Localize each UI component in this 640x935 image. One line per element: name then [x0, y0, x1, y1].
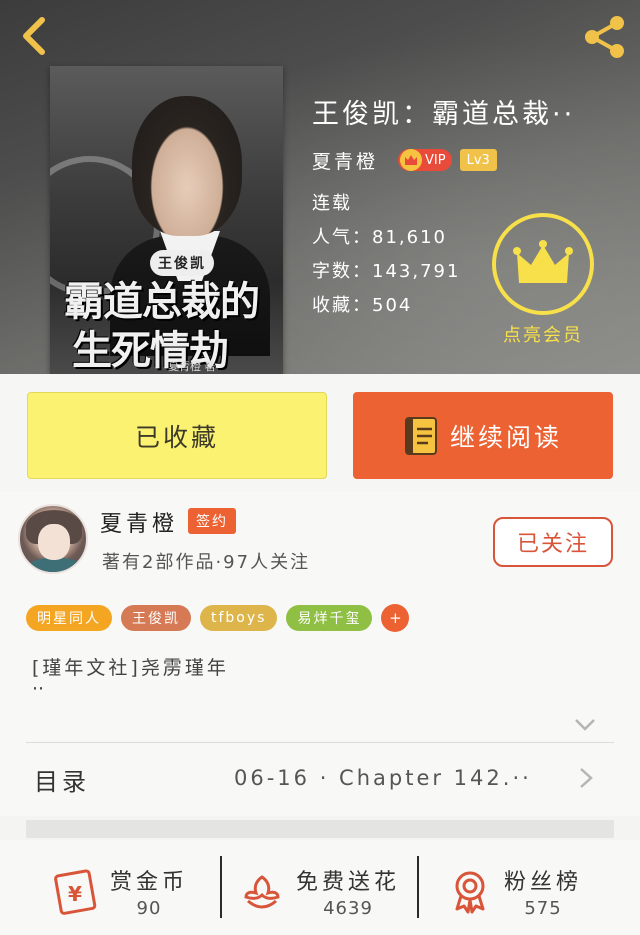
action-bar: 已收藏 继续阅读	[0, 374, 640, 492]
chevron-right-icon	[580, 768, 593, 788]
coin-envelope-icon: ¥	[54, 869, 97, 915]
flower-icon	[244, 875, 280, 909]
fans-value: 575	[524, 897, 562, 919]
chevron-left-icon	[23, 17, 45, 55]
book-header: 王俊凯 霸道总裁的 生死情劫 夏青橙 著 王俊凯：霸道总裁·· 夏青橙 VIP …	[0, 0, 640, 374]
book-author[interactable]: 夏青橙	[312, 147, 378, 174]
fan-ranking-button[interactable]: 粉丝榜 575	[446, 856, 582, 926]
avatar-shirt	[26, 558, 84, 572]
section-spacer	[26, 820, 614, 838]
vip-label: VIP	[425, 152, 446, 168]
separator	[417, 856, 419, 918]
collected-button[interactable]: 已收藏	[27, 392, 327, 479]
toc-label: 目录	[34, 768, 90, 796]
cover-figure-head	[132, 96, 242, 236]
crown-icon	[513, 240, 573, 283]
tag-item[interactable]: 王俊凯	[121, 605, 191, 631]
vip-badge: VIP	[398, 149, 452, 171]
author-name[interactable]: 夏青橙	[100, 506, 178, 538]
activate-membership-button[interactable]: 点亮会员	[492, 213, 594, 347]
book-icon	[404, 416, 437, 455]
back-button[interactable]	[14, 12, 58, 60]
author-section: 夏青橙 签约 著有2部作品·97人关注 已关注 明星同人 王俊凯 tfboys …	[0, 492, 640, 816]
cover-byline: 夏青橙 著	[168, 360, 216, 373]
book-cover[interactable]: 王俊凯 霸道总裁的 生死情劫 夏青橙 著	[50, 66, 283, 374]
table-of-contents-row[interactable]: 目录 06-16 · Chapter 142.··	[0, 750, 640, 806]
signed-badge: 签约	[188, 508, 236, 534]
flower-label: 免费送花	[296, 869, 401, 895]
reward-stat: 赏金币 90	[110, 864, 188, 919]
divider	[26, 742, 614, 743]
follow-button[interactable]: 已关注	[493, 517, 613, 567]
book-description: [瑾年文社]尧雳瑾年	[32, 657, 229, 679]
reward-coins-button[interactable]: ¥ 赏金币 90	[52, 856, 188, 926]
add-tag-button[interactable]: +	[381, 604, 410, 632]
tag-item[interactable]: tfboys	[200, 605, 278, 631]
description-ellipsis: ··	[32, 678, 45, 700]
latest-chapter: 06-16 · Chapter 142.··	[234, 766, 532, 790]
send-flower-button[interactable]: 免费送花 4639	[238, 856, 400, 926]
book-title: 王俊凯：霸道总裁··	[312, 99, 576, 130]
author-meta: 著有2部作品·97人关注	[102, 552, 311, 573]
continue-reading-label: 继续阅读	[449, 422, 562, 452]
medal-icon	[455, 871, 485, 914]
level-badge: Lv3	[459, 149, 497, 171]
tag-item[interactable]: 易烊千玺	[286, 605, 373, 631]
author-avatar[interactable]	[18, 504, 88, 574]
share-button[interactable]	[580, 12, 630, 62]
share-icon	[585, 16, 624, 58]
separator	[220, 856, 222, 918]
flower-value: 4639	[323, 897, 373, 919]
crown-icon	[400, 149, 423, 171]
membership-label: 点亮会员	[503, 325, 583, 346]
membership-circle	[492, 213, 594, 315]
reward-value: 90	[136, 897, 162, 919]
reward-label: 赏金币	[110, 869, 189, 895]
tag-list: 明星同人 王俊凯 tfboys 易烊千玺 +	[26, 604, 410, 632]
avatar-face	[38, 524, 70, 560]
author-row: 夏青橙 VIP Lv3	[312, 147, 622, 173]
chevron-down-icon[interactable]	[574, 718, 596, 732]
fans-stat: 粉丝榜 575	[504, 864, 582, 919]
fans-label: 粉丝榜	[504, 869, 583, 895]
continue-reading-button[interactable]: 继续阅读	[353, 392, 613, 479]
flower-stat: 免费送花 4639	[296, 864, 400, 919]
svg-text:¥: ¥	[68, 882, 82, 906]
tag-item[interactable]: 明星同人	[26, 605, 112, 631]
bottom-stats-bar: ¥ 赏金币 90 免费送花 4639 粉丝榜 575	[0, 840, 640, 935]
